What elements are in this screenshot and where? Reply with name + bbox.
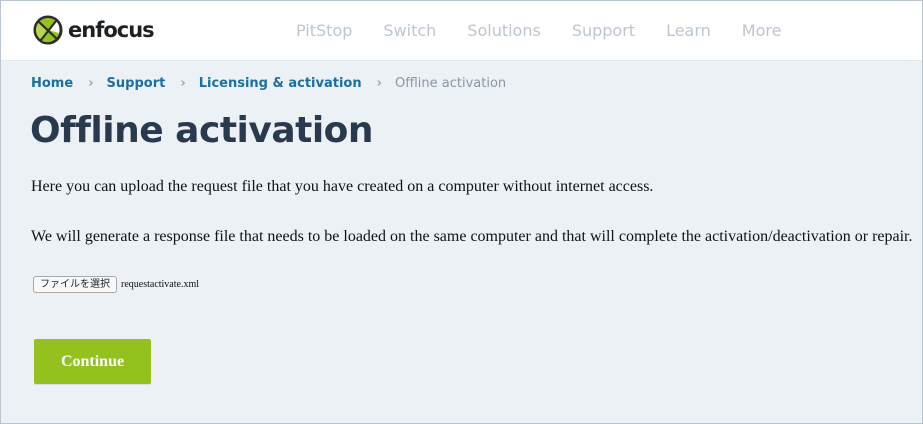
nav-item-switch[interactable]: Switch bbox=[383, 21, 436, 40]
file-upload-field: ファイルを選択 requestactivate.xml bbox=[33, 276, 199, 293]
logo-text: enfocus bbox=[68, 18, 155, 42]
response-paragraph: We will generate a response file that ne… bbox=[31, 228, 913, 245]
enfocus-logo-icon bbox=[33, 15, 63, 45]
continue-button[interactable]: Continue bbox=[34, 339, 151, 384]
site-header: enfocus PitStop Switch Solutions Support… bbox=[1, 1, 922, 61]
breadcrumb-home[interactable]: Home bbox=[31, 76, 73, 91]
intro-paragraph: Here you can upload the request file tha… bbox=[31, 178, 654, 195]
nav-item-learn[interactable]: Learn bbox=[666, 21, 711, 40]
breadcrumb-separator: › bbox=[376, 76, 382, 91]
breadcrumb-separator: › bbox=[88, 76, 94, 91]
breadcrumb-separator: › bbox=[180, 76, 186, 91]
main-nav: PitStop Switch Solutions Support Learn M… bbox=[296, 21, 812, 40]
nav-item-solutions[interactable]: Solutions bbox=[467, 21, 541, 40]
breadcrumb-licensing[interactable]: Licensing & activation bbox=[199, 76, 362, 91]
breadcrumb-current: Offline activation bbox=[394, 76, 507, 91]
nav-item-pitstop[interactable]: PitStop bbox=[296, 21, 352, 40]
breadcrumb: Home › Support › Licensing & activation … bbox=[31, 76, 506, 91]
nav-item-more[interactable]: More bbox=[742, 21, 782, 40]
selected-file-name: requestactivate.xml bbox=[121, 279, 200, 290]
page-title: Offline activation bbox=[30, 110, 374, 151]
choose-file-button[interactable]: ファイルを選択 bbox=[33, 276, 117, 293]
breadcrumb-support[interactable]: Support bbox=[107, 76, 166, 91]
enfocus-logo[interactable]: enfocus bbox=[33, 15, 155, 45]
nav-item-support[interactable]: Support bbox=[572, 21, 635, 40]
